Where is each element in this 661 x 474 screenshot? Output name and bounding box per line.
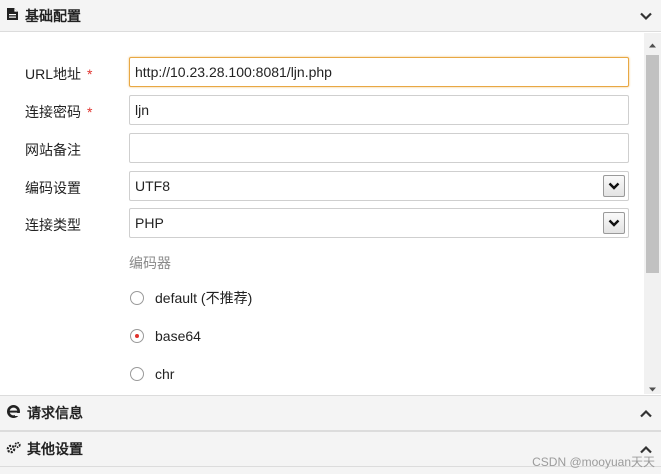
ie-icon (6, 404, 21, 422)
note-row: 网站备注 (0, 133, 644, 163)
chevron-down-icon (608, 219, 620, 227)
encoding-row: 编码设置 UTF8 (0, 171, 644, 201)
note-input[interactable] (129, 133, 629, 163)
gears-icon (6, 441, 21, 458)
encoder-option-base64[interactable]: base64 (130, 326, 370, 346)
url-label: URL地址 * (25, 66, 93, 82)
required-mark: * (87, 66, 93, 82)
radio-button[interactable] (130, 291, 144, 305)
vertical-scrollbar[interactable] (644, 33, 661, 394)
dropdown-button[interactable] (603, 212, 625, 234)
url-row: URL地址 * http://10.23.28.100:8081/ljn.php (0, 57, 644, 87)
encoder-option-label: base64 (155, 328, 201, 344)
chevron-down-icon (608, 182, 620, 190)
section-title-basic: 基础配置 (25, 7, 81, 24)
password-row: 连接密码 * ljn (0, 95, 644, 125)
chevron-down-icon[interactable] (639, 9, 653, 23)
basic-config-panel: URL地址 * http://10.23.28.100:8081/ljn.php … (0, 33, 644, 394)
encoder-option-chr[interactable]: chr (130, 364, 370, 384)
encoding-value: UTF8 (135, 178, 170, 194)
scroll-down-arrow-icon[interactable] (648, 381, 657, 392)
scroll-up-arrow-icon[interactable] (648, 37, 657, 48)
dropdown-button[interactable] (603, 175, 625, 197)
encoding-select[interactable]: UTF8 (129, 171, 629, 201)
note-label: 网站备注 (25, 142, 81, 158)
scrollbar-thumb[interactable] (646, 55, 659, 273)
chevron-up-icon[interactable] (639, 407, 653, 421)
password-input[interactable]: ljn (129, 95, 629, 125)
radio-button[interactable] (130, 367, 144, 381)
section-header-request[interactable]: 请求信息 (0, 395, 661, 431)
encoder-option-label: chr (155, 366, 175, 382)
section-header-basic[interactable]: 基础配置 (0, 0, 661, 32)
url-input[interactable]: http://10.23.28.100:8081/ljn.php (129, 57, 629, 87)
type-label: 连接类型 (25, 217, 81, 233)
encoding-label: 编码设置 (25, 180, 81, 196)
encoder-option-label: default (不推荐) (155, 290, 253, 306)
encoder-group-label: 编码器 (129, 255, 171, 271)
radio-button-checked[interactable] (130, 329, 144, 343)
type-value: PHP (135, 215, 164, 231)
type-row: 连接类型 PHP (0, 208, 644, 238)
required-mark: * (87, 104, 93, 120)
encoder-option-default[interactable]: default (不推荐) (130, 288, 370, 308)
section-title-request: 请求信息 (27, 405, 83, 421)
section-title-other: 其他设置 (27, 441, 83, 457)
document-icon (6, 7, 19, 24)
password-label: 连接密码 * (25, 104, 93, 120)
watermark: CSDN @mooyuan天天 (532, 455, 655, 469)
type-select[interactable]: PHP (129, 208, 629, 238)
